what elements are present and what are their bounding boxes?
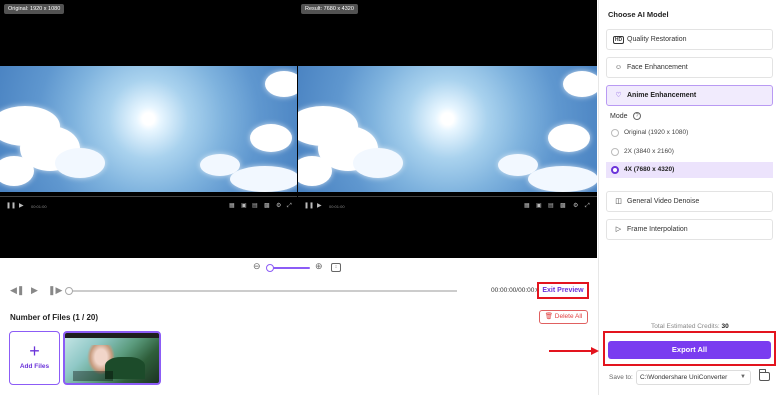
zoom-slider-handle[interactable]	[266, 264, 274, 272]
original-video-controls: ❚❚ ▶ 00:01:00 ▦ ▣ ▤ ▩ ⚙ ⤢	[0, 196, 297, 216]
mode-option-4x[interactable]: 4X (7680 x 4320)	[606, 162, 773, 178]
video-timestamp: 00:01:00	[31, 204, 47, 209]
cc-icon[interactable]: ▤	[252, 203, 258, 209]
volume-icon[interactable]: ▶	[19, 203, 24, 209]
delete-all-label: Delete All	[554, 313, 583, 320]
settings-icon[interactable]: ⚙	[276, 203, 281, 209]
mode-option-2x[interactable]: 2X (3840 x 2160)	[606, 144, 773, 160]
exit-preview-button[interactable]: Exit Preview	[537, 282, 589, 299]
subtitle-icon[interactable]: ▦	[524, 203, 530, 209]
fullscreen-icon[interactable]: ⤢	[585, 203, 590, 209]
hd-icon: HD	[613, 36, 624, 44]
help-icon[interactable]: ?	[633, 112, 641, 120]
pip-icon[interactable]: ▣	[536, 203, 542, 209]
plus-icon: +	[29, 341, 40, 361]
mode-option-label: 2X (3840 x 2160)	[624, 148, 674, 155]
model-quality-restoration[interactable]: HD Quality Restoration	[606, 29, 773, 50]
cc-icon[interactable]: ▤	[548, 203, 554, 209]
fullscreen-icon[interactable]: ⤢	[287, 203, 292, 209]
zoom-control: ⊖ ⊕ ↕	[253, 261, 343, 275]
video-thumbnail[interactable]	[63, 331, 161, 385]
total-credits-value: 30	[721, 323, 729, 330]
panel-title: Choose AI Model	[608, 10, 669, 19]
mode-option-label: 4X (7680 x 4320)	[624, 166, 675, 173]
model-label: Quality Restoration	[627, 36, 687, 43]
add-files-button[interactable]: + Add Files	[9, 331, 60, 385]
radio-button[interactable]	[611, 129, 619, 137]
model-label: General Video Denoise	[627, 198, 700, 205]
video-preview: Original: 1920 x 1080 ❚❚ ▶ 00:01:00 ▦ ▣ …	[0, 0, 597, 258]
pip-icon[interactable]: ▣	[241, 203, 247, 209]
annotation-arrow-icon	[549, 347, 599, 355]
export-all-button[interactable]: Export All	[608, 341, 771, 359]
screenshot-icon[interactable]: ▩	[560, 203, 566, 209]
next-frame-icon[interactable]: ❚▶	[48, 285, 62, 296]
playback-progress-track[interactable]	[68, 290, 457, 292]
radio-button[interactable]	[611, 166, 619, 174]
original-video-frame	[0, 66, 297, 192]
result-video-controls: ❚❚ ▶ 00:01:00 ▦ ▣ ▤ ▩ ⚙ ⤢	[298, 196, 597, 216]
model-anime-enhancement[interactable]: ♡ Anime Enhancement	[606, 85, 773, 106]
delete-all-button[interactable]: 🗑 Delete All	[539, 310, 588, 324]
playback-time: 00:00:00/00:00:0	[491, 287, 540, 294]
model-general-video-denoise[interactable]: ◫ General Video Denoise	[606, 191, 773, 212]
save-to-label: Save to:	[609, 374, 633, 381]
model-label: Frame Interpolation	[627, 226, 688, 233]
total-credits-label: Total Estimated Credits:	[651, 323, 720, 330]
original-preview-pane: Original: 1920 x 1080 ❚❚ ▶ 00:01:00 ▦ ▣ …	[0, 0, 297, 258]
result-preview-pane: Result: 7680 x 4320 ❚❚ ▶ 00:01:00 ▦ ▣ ▤ …	[298, 0, 597, 258]
total-credits: Total Estimated Credits: 30	[651, 323, 729, 330]
anime-cat-icon: ♡	[615, 92, 622, 99]
zoom-out-icon[interactable]: ⊖	[253, 261, 261, 272]
subtitle-icon[interactable]: ▦	[229, 203, 235, 209]
radio-button[interactable]	[611, 148, 619, 156]
result-resolution-label: Result: 7680 x 4320	[301, 4, 358, 14]
screenshot-icon[interactable]: ▩	[264, 203, 270, 209]
zoom-slider[interactable]	[268, 267, 310, 269]
model-face-enhancement[interactable]: ☺ Face Enhancement	[606, 57, 773, 78]
pause-icon[interactable]: ❚❚	[6, 203, 16, 209]
volume-icon[interactable]: ▶	[317, 203, 322, 209]
save-path-value: C:\Wondershare UniConverter	[640, 374, 728, 381]
model-label: Face Enhancement	[627, 64, 688, 71]
face-scan-icon: ☺	[614, 64, 623, 71]
zoom-in-icon[interactable]: ⊕	[315, 261, 323, 272]
settings-icon[interactable]: ⚙	[573, 203, 578, 209]
mode-option-label: Original (1920 x 1080)	[624, 129, 689, 136]
add-files-label: Add Files	[19, 363, 50, 370]
play-icon[interactable]: ▶	[31, 285, 38, 296]
folder-icon[interactable]	[759, 369, 770, 381]
mode-title: Mode	[610, 113, 628, 120]
playback-bar: ◀❚ ▶ ❚▶ 00:00:00/00:00:0 Exit Preview	[0, 280, 597, 302]
result-video-frame	[298, 66, 597, 192]
frame-interpolation-icon: ▷	[615, 226, 622, 233]
files-count-label: Number of Files (1 / 20)	[10, 313, 99, 322]
save-path-dropdown[interactable]: C:\Wondershare UniConverter ▼	[636, 370, 751, 385]
fit-screen-icon[interactable]: ↕	[331, 263, 341, 272]
pause-icon[interactable]: ❚❚	[304, 203, 314, 209]
trash-icon: 🗑	[544, 313, 553, 320]
denoise-icon: ◫	[615, 198, 622, 205]
previous-frame-icon[interactable]: ◀❚	[10, 285, 24, 296]
playback-scrubber[interactable]	[65, 287, 73, 295]
mode-selector: Mode ? Original (1920 x 1080) 2X (3840 x…	[606, 107, 773, 185]
model-frame-interpolation[interactable]: ▷ Frame Interpolation	[606, 219, 773, 240]
video-timestamp: 00:01:00	[329, 204, 345, 209]
mode-option-original[interactable]: Original (1920 x 1080)	[606, 125, 773, 141]
ai-model-panel: Choose AI Model HD Quality Restoration ☺…	[598, 0, 780, 395]
model-label: Anime Enhancement	[627, 92, 697, 99]
original-resolution-label: Original: 1920 x 1080	[4, 4, 65, 14]
chevron-down-icon: ▼	[740, 374, 746, 380]
